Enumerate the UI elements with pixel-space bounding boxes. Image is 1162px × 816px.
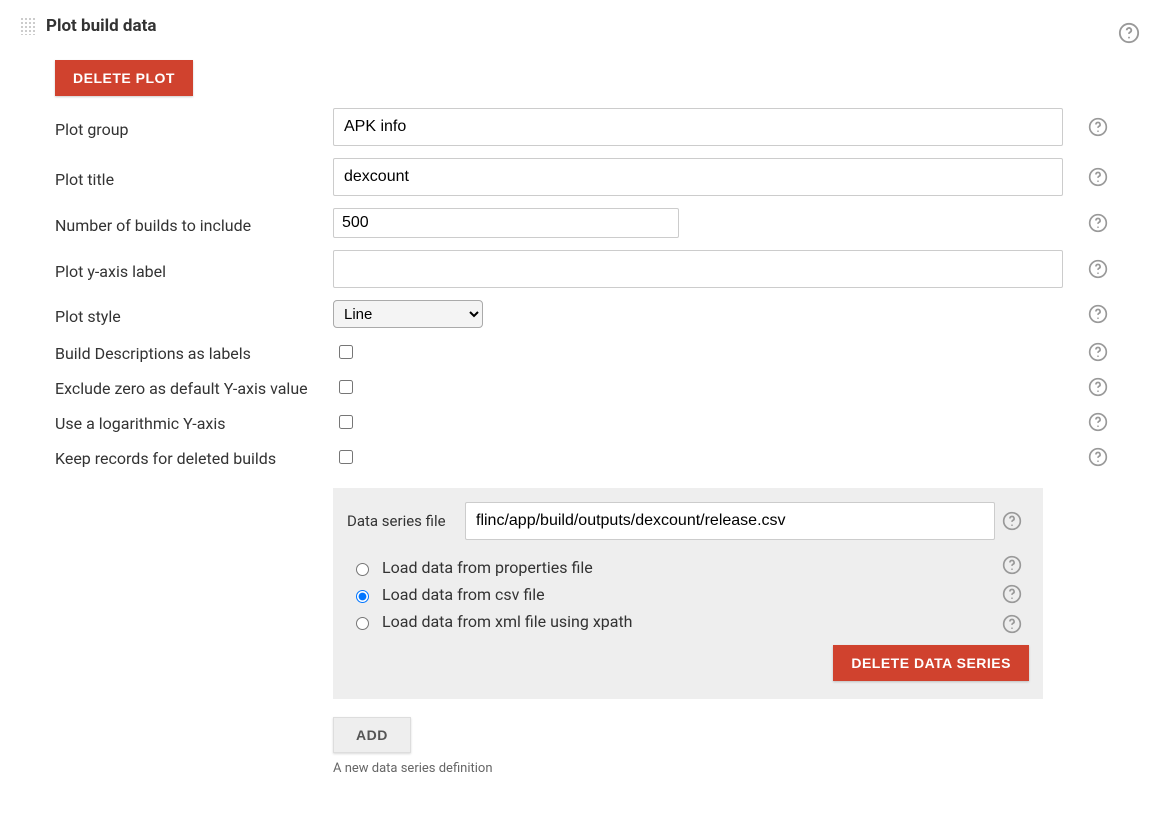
y-axis-input[interactable] bbox=[333, 250, 1063, 288]
load-csv-radio[interactable] bbox=[356, 590, 369, 603]
help-icon[interactable] bbox=[1002, 555, 1022, 575]
help-icon[interactable] bbox=[1088, 342, 1108, 362]
add-button[interactable]: ADD bbox=[333, 717, 411, 753]
help-icon[interactable] bbox=[1088, 117, 1108, 137]
add-hint: A new data series definition bbox=[333, 761, 1043, 776]
num-builds-input[interactable] bbox=[333, 208, 679, 238]
help-icon[interactable] bbox=[1088, 377, 1108, 397]
keep-deleted-checkbox[interactable] bbox=[339, 450, 353, 464]
help-icon[interactable] bbox=[1002, 511, 1022, 531]
drag-handle-icon[interactable] bbox=[20, 17, 36, 35]
log-y-label: Use a logarithmic Y-axis bbox=[55, 410, 333, 433]
help-icon[interactable] bbox=[1088, 259, 1108, 279]
help-icon[interactable] bbox=[1088, 304, 1108, 324]
load-properties-label: Load data from properties file bbox=[382, 558, 593, 577]
load-xml-radio[interactable] bbox=[356, 617, 369, 630]
plot-style-select[interactable]: Line bbox=[333, 300, 483, 328]
plot-title-input[interactable] bbox=[333, 158, 1063, 196]
help-icon[interactable] bbox=[1088, 167, 1108, 187]
help-icon[interactable] bbox=[1118, 22, 1140, 44]
plot-group-label: Plot group bbox=[55, 116, 333, 139]
section-title: Plot build data bbox=[46, 16, 156, 36]
help-icon[interactable] bbox=[1002, 584, 1022, 604]
exclude-zero-checkbox[interactable] bbox=[339, 380, 353, 394]
plot-group-input[interactable] bbox=[333, 108, 1063, 146]
log-y-checkbox[interactable] bbox=[339, 415, 353, 429]
series-file-label: Data series file bbox=[347, 512, 465, 530]
help-icon[interactable] bbox=[1002, 614, 1022, 634]
load-csv-label: Load data from csv file bbox=[382, 585, 545, 604]
exclude-zero-label: Exclude zero as default Y-axis value bbox=[55, 375, 333, 398]
data-series-box: Data series file Load data from properti… bbox=[333, 488, 1043, 699]
keep-deleted-label: Keep records for deleted builds bbox=[55, 445, 333, 468]
delete-data-series-button[interactable]: DELETE DATA SERIES bbox=[833, 645, 1029, 681]
help-icon[interactable] bbox=[1088, 447, 1108, 467]
build-desc-label: Build Descriptions as labels bbox=[55, 340, 333, 363]
load-xml-label: Load data from xml file using xpath bbox=[382, 612, 633, 631]
y-axis-label: Plot y-axis label bbox=[55, 258, 333, 281]
num-builds-label: Number of builds to include bbox=[55, 212, 333, 235]
delete-plot-button[interactable]: DELETE PLOT bbox=[55, 60, 193, 96]
help-icon[interactable] bbox=[1088, 412, 1108, 432]
build-desc-checkbox[interactable] bbox=[339, 345, 353, 359]
plot-title-label: Plot title bbox=[55, 166, 333, 189]
load-properties-radio[interactable] bbox=[356, 563, 369, 576]
section-header: Plot build data bbox=[20, 16, 1142, 36]
plot-style-label: Plot style bbox=[55, 303, 333, 326]
series-file-input[interactable] bbox=[465, 502, 995, 540]
help-icon[interactable] bbox=[1088, 213, 1108, 233]
